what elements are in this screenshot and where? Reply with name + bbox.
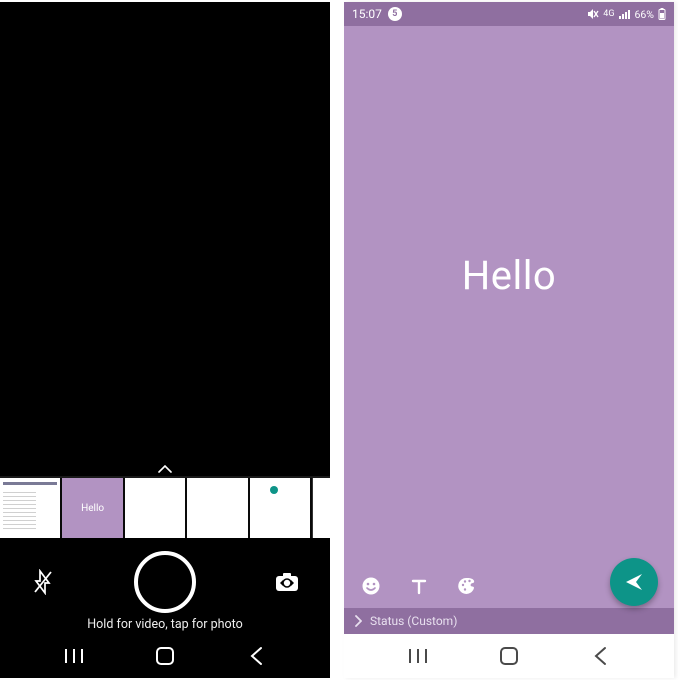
mute-icon (587, 8, 599, 20)
back-icon (593, 646, 607, 666)
gallery-thumb[interactable] (187, 478, 247, 538)
home-button[interactable] (484, 644, 534, 668)
status-time: 15:07 (352, 7, 382, 21)
chevron-up-icon (158, 465, 172, 473)
switch-camera-icon (274, 571, 300, 593)
home-button[interactable] (140, 644, 190, 668)
camera-viewfinder[interactable] (0, 2, 330, 462)
back-icon (249, 646, 263, 666)
home-icon (155, 646, 175, 666)
emoji-button[interactable] (360, 575, 382, 597)
recents-icon (407, 647, 429, 665)
gallery-expand-handle[interactable] (0, 462, 330, 476)
network-type-label: 4G (603, 9, 614, 19)
recipient-label: Status (Custom) (370, 614, 457, 628)
dual-phone-layout: Hello (0, 0, 680, 680)
compose-tool-row (344, 564, 674, 608)
color-button[interactable] (456, 575, 478, 597)
shutter-button[interactable] (134, 551, 196, 613)
palette-icon (457, 576, 477, 596)
status-text-input[interactable]: Hello (344, 26, 674, 564)
recents-button[interactable] (49, 644, 99, 668)
recents-button[interactable] (393, 644, 443, 668)
home-icon (499, 646, 519, 666)
gallery-thumb[interactable] (250, 478, 310, 538)
gallery-thumb-strip[interactable]: Hello (0, 476, 330, 538)
camera-controls: Hold for video, tap for photo (0, 538, 330, 634)
flash-toggle-button[interactable] (30, 569, 56, 595)
battery-icon (658, 8, 666, 20)
recipient-bar[interactable]: Status (Custom) (344, 608, 674, 634)
gallery-thumb[interactable] (125, 478, 185, 538)
battery-percent-label: 66% (635, 8, 655, 21)
notification-count-badge: 5 (388, 7, 402, 21)
android-status-bar: 15:07 5 4G 66% (344, 2, 674, 26)
back-button[interactable] (575, 644, 625, 668)
flash-off-icon (32, 569, 54, 595)
gallery-thumb[interactable] (312, 478, 330, 538)
chevron-right-icon (354, 615, 362, 627)
send-button[interactable] (610, 558, 658, 606)
gallery-thumb[interactable]: Hello (62, 478, 122, 538)
status-text-value: Hello (462, 252, 557, 299)
back-button[interactable] (231, 644, 281, 668)
send-icon (623, 571, 645, 593)
gallery-thumb[interactable] (0, 478, 60, 538)
font-button[interactable] (408, 575, 430, 597)
signal-icon (619, 9, 631, 19)
emoji-icon (361, 576, 381, 596)
camera-hint-text: Hold for video, tap for photo (0, 617, 330, 632)
switch-camera-button[interactable] (274, 569, 300, 595)
android-nav-bar (0, 634, 330, 678)
recents-icon (63, 647, 85, 665)
camera-screen: Hello (0, 2, 330, 678)
android-nav-bar (344, 634, 674, 678)
text-icon (410, 577, 428, 595)
status-compose-screen: 15:07 5 4G 66% Hello (344, 2, 674, 678)
